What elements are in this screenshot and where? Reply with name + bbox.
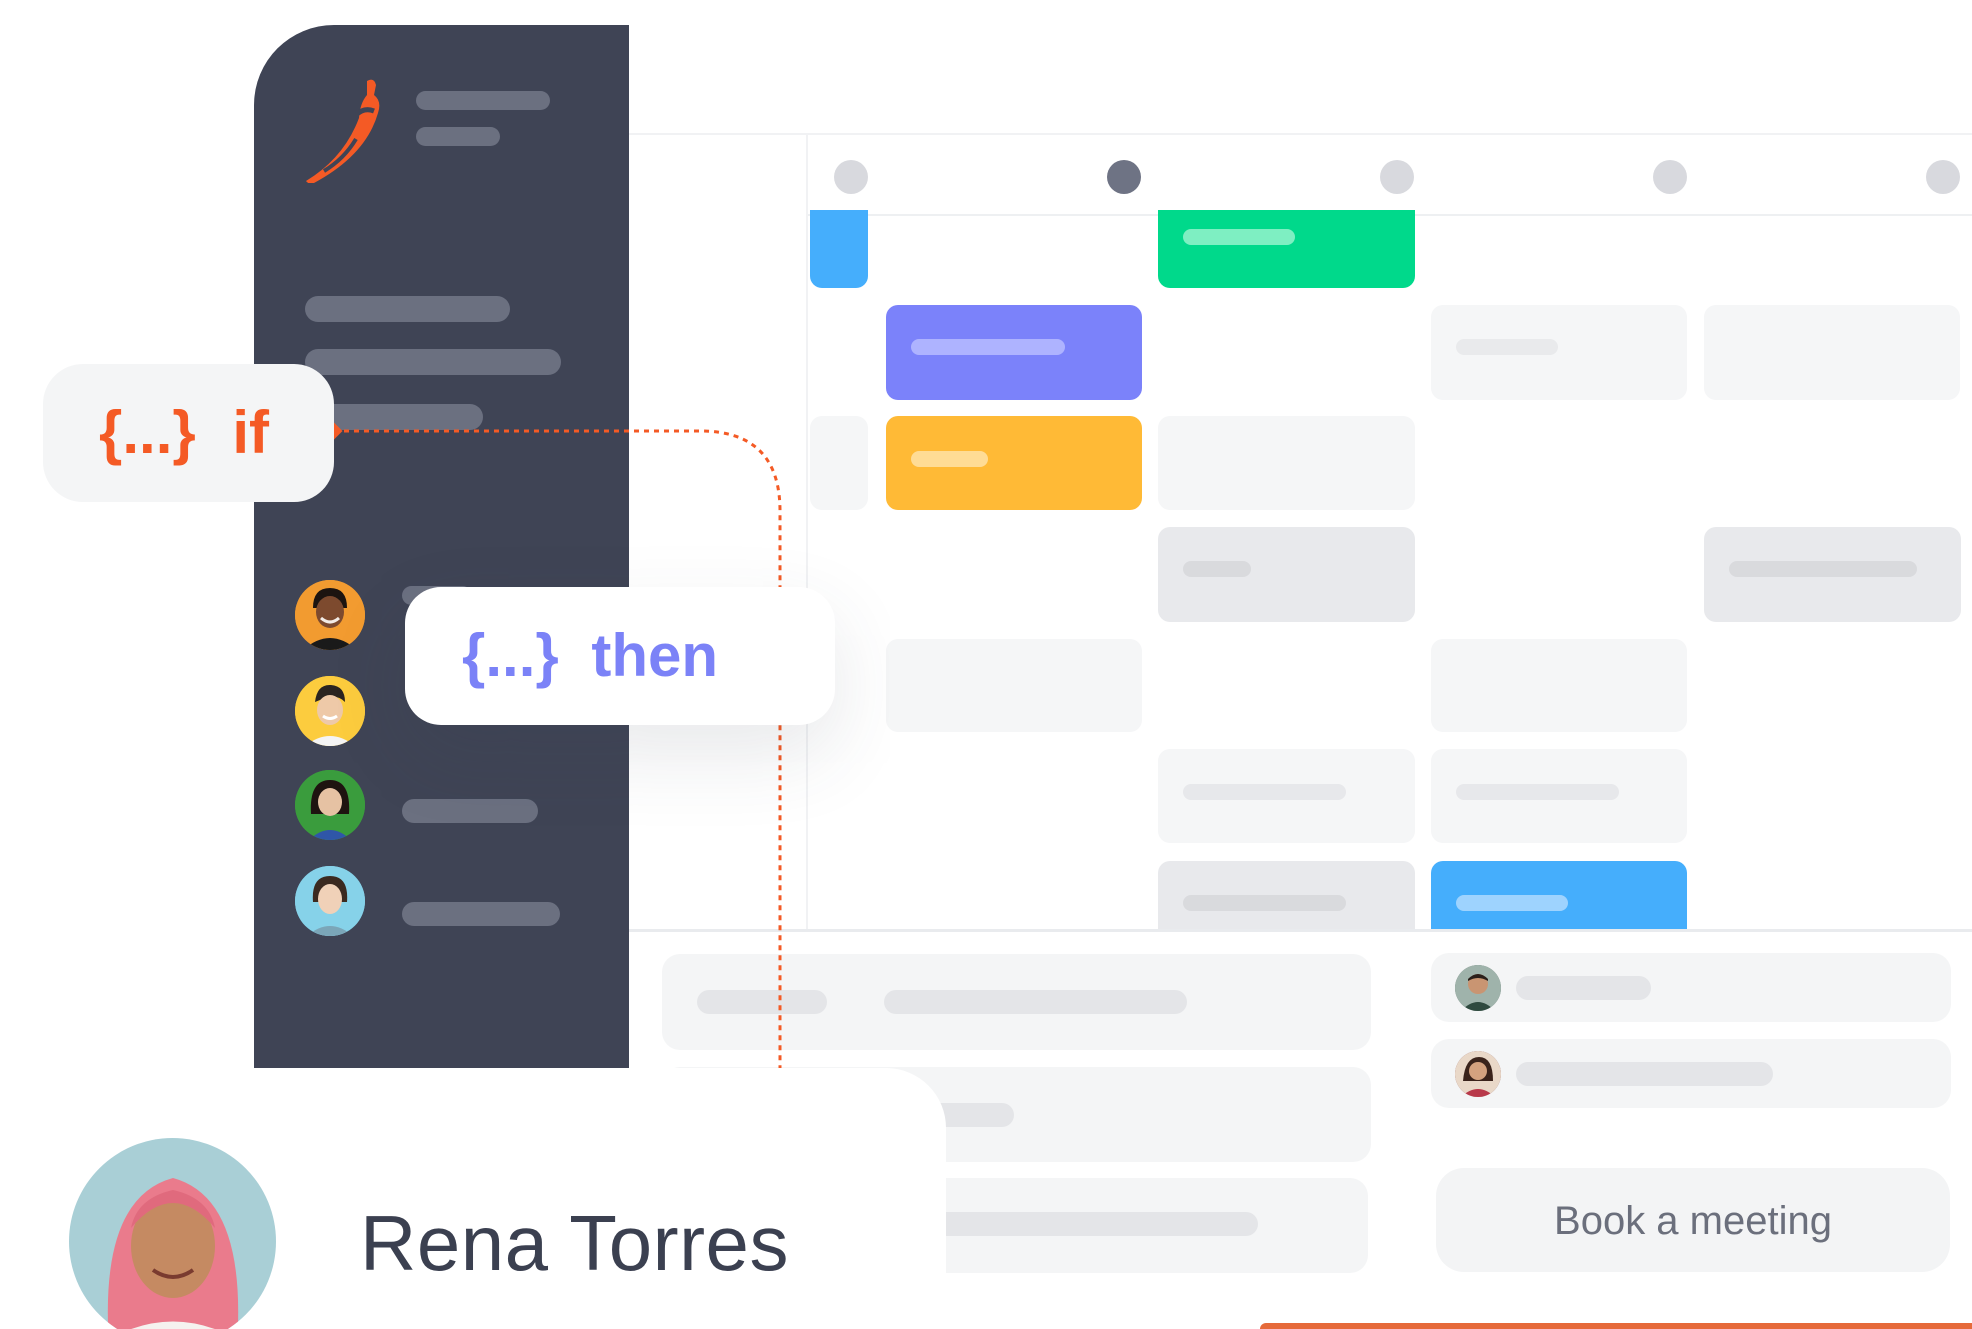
- then-token: {...} then: [462, 621, 718, 690]
- day-header-dot[interactable]: [1926, 160, 1960, 194]
- row-placeholder: [884, 990, 1187, 1014]
- event-title-placeholder: [1729, 561, 1917, 577]
- if-braces: {...}: [99, 399, 196, 466]
- row-placeholder: [697, 990, 827, 1014]
- event-title-placeholder: [1183, 784, 1346, 800]
- event-title-placeholder: [1456, 784, 1619, 800]
- calendar-event-ghost[interactable]: [1431, 639, 1687, 732]
- calendar-event-purple[interactable]: [886, 305, 1142, 400]
- app-canvas: Book a meeting {...} if {...} then Rena …: [0, 0, 1972, 1329]
- team-member-name-placeholder: [402, 902, 560, 926]
- calendar-time-column-border: [806, 135, 808, 930]
- chili-pepper-icon[interactable]: [304, 73, 384, 184]
- calendar-event-green[interactable]: [1158, 210, 1415, 288]
- participant-row[interactable]: [1431, 953, 1951, 1022]
- calendar-event-ghost[interactable]: [1158, 416, 1415, 510]
- then-braces: {...}: [462, 622, 559, 689]
- list-row[interactable]: [662, 954, 1371, 1050]
- day-header-dot-active[interactable]: [1107, 160, 1141, 194]
- team-member-avatar[interactable]: [295, 676, 365, 746]
- row-placeholder: [922, 1212, 1258, 1236]
- if-token: {...} if: [99, 398, 269, 467]
- participant-avatar: [1455, 1051, 1501, 1097]
- app-subtitle-placeholder: [416, 127, 500, 146]
- calendar-event-ghost[interactable]: [1431, 749, 1687, 843]
- person-name: Rena Torres: [360, 1199, 789, 1287]
- team-member-avatar[interactable]: [295, 580, 365, 650]
- day-header-dot[interactable]: [1653, 160, 1687, 194]
- calendar-event-gray[interactable]: [1704, 527, 1961, 622]
- day-header-dot[interactable]: [1380, 160, 1414, 194]
- calendar-event-ghost[interactable]: [1704, 305, 1960, 400]
- participant-row[interactable]: [1431, 1039, 1951, 1108]
- team-member-name-placeholder: [402, 799, 538, 823]
- event-title-placeholder: [1456, 895, 1568, 911]
- team-member-avatar[interactable]: [295, 770, 365, 840]
- calendar-event-ghost[interactable]: [1431, 305, 1687, 400]
- calendar-event-gray[interactable]: [1158, 527, 1415, 622]
- team-member-avatar[interactable]: [295, 866, 365, 936]
- calendar-event-ghost[interactable]: [810, 416, 868, 510]
- event-title-placeholder: [911, 339, 1065, 355]
- calendar-event-blue[interactable]: [810, 210, 868, 288]
- day-header-dot[interactable]: [834, 160, 868, 194]
- calendar-event-ghost[interactable]: [886, 639, 1142, 732]
- sidebar-nav-placeholder[interactable]: [305, 349, 561, 375]
- calendar-event-blue[interactable]: [1431, 861, 1687, 931]
- book-meeting-button[interactable]: Book a meeting: [1436, 1168, 1950, 1272]
- accent-strip: [1260, 1323, 1972, 1329]
- if-condition-card[interactable]: {...} if: [43, 364, 334, 502]
- if-label: if: [232, 399, 270, 466]
- participant-avatar: [1455, 965, 1501, 1011]
- sidebar: [254, 25, 629, 1068]
- sidebar-nav-placeholder[interactable]: [305, 296, 510, 322]
- event-title-placeholder: [1183, 561, 1251, 577]
- calendar-event-gray[interactable]: [1158, 861, 1415, 931]
- participant-placeholder: [1516, 1062, 1773, 1086]
- event-title-placeholder: [1183, 895, 1346, 911]
- event-title-placeholder: [911, 451, 988, 467]
- event-title-placeholder: [1183, 229, 1295, 245]
- participant-placeholder: [1516, 976, 1651, 1000]
- event-title-placeholder: [1456, 339, 1558, 355]
- calendar-bottom-border: [629, 929, 1972, 932]
- person-avatar: [69, 1138, 276, 1329]
- calendar-top-border: [629, 133, 1972, 135]
- then-label: then: [591, 622, 719, 689]
- calendar-event-yellow[interactable]: [886, 416, 1142, 510]
- app-title-placeholder: [416, 91, 550, 110]
- then-action-card[interactable]: {...} then: [405, 587, 835, 725]
- calendar-event-ghost[interactable]: [1158, 749, 1415, 843]
